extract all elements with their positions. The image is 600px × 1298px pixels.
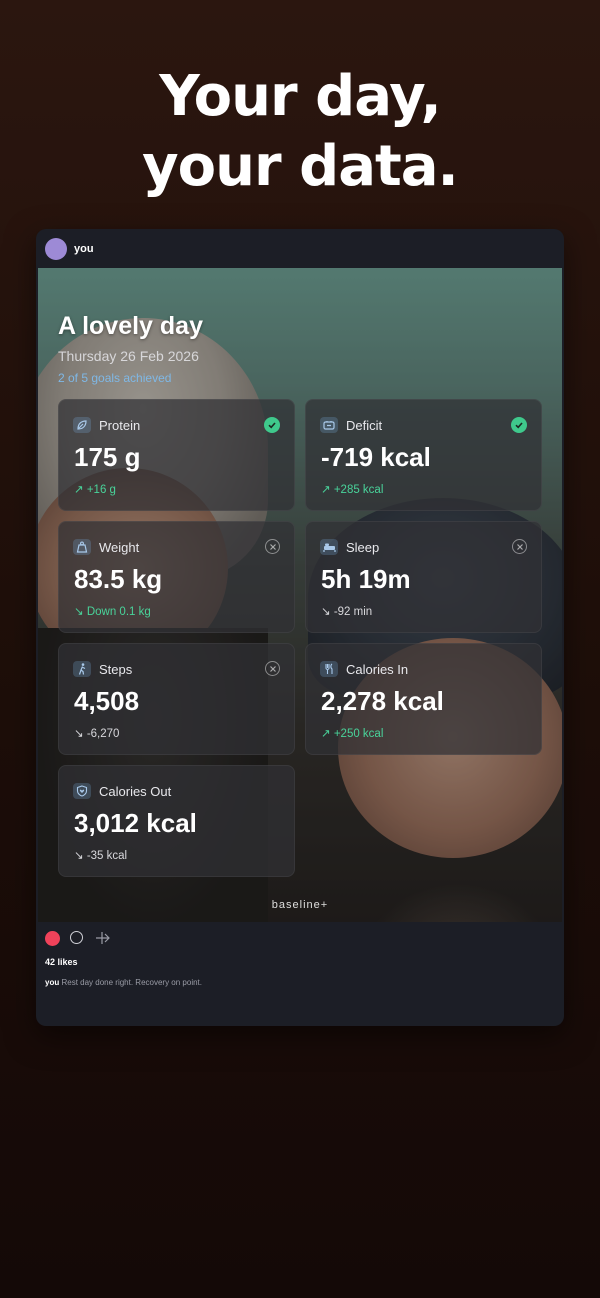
post-card: you A lovely day Thursday 26 Feb 2026 2 …: [36, 229, 564, 1026]
tile-sleep: Sleep 5h 19m ↘ -92 min: [305, 521, 542, 633]
leaf-icon: [73, 417, 91, 433]
tile-protein: Protein 175 g ↗ +16 g: [58, 399, 295, 511]
post-username[interactable]: you: [74, 243, 94, 255]
tile-delta: ↘ -92 min: [321, 606, 373, 618]
tile-value: 175 g: [74, 442, 141, 472]
tile-weight: Weight 83.5 kg ↘ Down 0.1 kg: [58, 521, 295, 633]
tile-value: -719 kcal: [321, 442, 431, 472]
battery-icon: [320, 417, 338, 433]
tile-deficit: Deficit -719 kcal ↗ +285 kcal: [305, 399, 542, 511]
tile-delta: ↘ -35 kcal: [74, 850, 128, 862]
tile-calories-out: Calories Out 3,012 kcal ↘ -35 kcal: [58, 765, 295, 877]
tile-label: Deficit: [346, 418, 383, 433]
like-icon[interactable]: [45, 931, 60, 946]
post-photo: A lovely day Thursday 26 Feb 2026 2 of 5…: [38, 268, 562, 922]
avatar[interactable]: [45, 238, 67, 260]
headline-line-2: your data.: [142, 134, 459, 199]
tile-delta: ↗ +285 kcal: [321, 484, 384, 496]
watermark: baseline+: [271, 899, 329, 911]
caption-text: Rest day done right. Recovery on point.: [61, 978, 202, 987]
tile-delta: ↗ +16 g: [74, 484, 116, 496]
check-icon: [264, 417, 280, 433]
post-caption: you Rest day done right. Recovery on poi…: [45, 978, 202, 987]
likes-count: 42 likes: [45, 957, 78, 967]
tile-calories-in: Calories In 2,278 kcal ↗ +250 kcal: [305, 643, 542, 755]
weight-icon: [73, 539, 91, 555]
goals-summary: 2 of 5 goals achieved: [58, 371, 172, 385]
tile-steps: Steps 4,508 ↘ -6,270: [58, 643, 295, 755]
tile-value: 3,012 kcal: [74, 808, 197, 838]
tile-value: 83.5 kg: [74, 564, 163, 594]
tile-label: Steps: [99, 662, 133, 677]
tile-delta: ↘ -6,270: [74, 728, 120, 740]
share-icon[interactable]: [95, 930, 111, 951]
missed-icon: [265, 539, 280, 554]
missed-icon: [265, 661, 280, 676]
tile-label: Sleep: [346, 540, 380, 555]
tile-label: Protein: [99, 418, 141, 433]
heart-shield-icon: [73, 783, 91, 799]
tile-label: Calories In: [346, 662, 409, 677]
tile-value: 2,278 kcal: [321, 686, 444, 716]
headline: Your day, your data.: [0, 62, 600, 202]
tile-value: 5h 19m: [321, 564, 411, 594]
day-date: Thursday 26 Feb 2026: [58, 348, 199, 364]
check-icon: [511, 417, 527, 433]
walking-icon: [73, 661, 91, 677]
tile-label: Weight: [99, 540, 140, 555]
bed-icon: [320, 539, 338, 555]
comment-icon[interactable]: [70, 931, 83, 944]
post-header: you: [36, 229, 564, 269]
fork-knife-icon: [320, 661, 338, 677]
tile-value: 4,508: [74, 686, 140, 716]
tile-label: Calories Out: [99, 784, 172, 799]
day-title: A lovely day: [58, 312, 203, 340]
caption-username[interactable]: you: [45, 978, 59, 987]
missed-icon: [512, 539, 527, 554]
headline-line-1: Your day,: [159, 64, 441, 129]
tile-delta: ↘ Down 0.1 kg: [74, 606, 151, 618]
tile-delta: ↗ +250 kcal: [321, 728, 384, 740]
